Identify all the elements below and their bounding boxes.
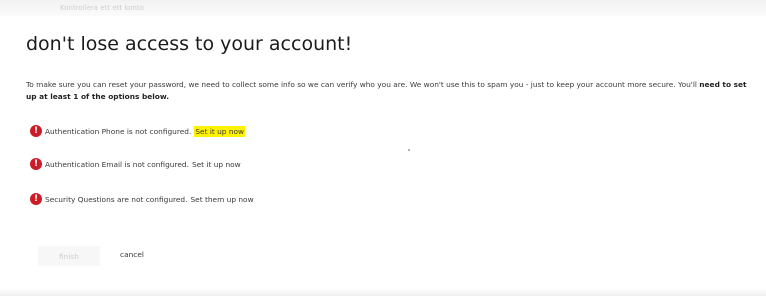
- header-faint-text: Kontrollera ett ett konto: [60, 4, 144, 12]
- intro-text: To make sure you can reset your password…: [26, 80, 700, 89]
- security-questions-setup-link[interactable]: Set them up now: [190, 195, 253, 204]
- auth-email-status: Authentication Email is not configured.: [45, 159, 189, 169]
- security-questions-status: Security Questions are not configured.: [45, 194, 188, 204]
- security-questions-item: ! Security Questions are not configured.…: [30, 192, 254, 206]
- auth-phone-status: Authentication Phone is not configured.: [45, 126, 192, 136]
- intro-paragraph: To make sure you can reset your password…: [26, 79, 756, 103]
- cancel-link[interactable]: cancel: [120, 250, 144, 259]
- auth-email-setup-link[interactable]: Set it up now: [192, 160, 241, 169]
- bottom-fade: [0, 288, 766, 296]
- page-title: don't lose access to your account!: [26, 33, 353, 55]
- auth-phone-item: ! Authentication Phone is not configured…: [30, 124, 246, 138]
- error-icon: !: [30, 125, 42, 137]
- error-icon: !: [30, 193, 42, 205]
- finish-button[interactable]: finish: [38, 246, 100, 266]
- error-icon: !: [30, 158, 42, 170]
- stray-speck: [408, 149, 410, 151]
- top-strip: Kontrollera ett ett konto: [0, 0, 766, 16]
- auth-email-item: ! Authentication Email is not configured…: [30, 157, 241, 171]
- auth-phone-setup-link[interactable]: Set it up now: [194, 125, 246, 137]
